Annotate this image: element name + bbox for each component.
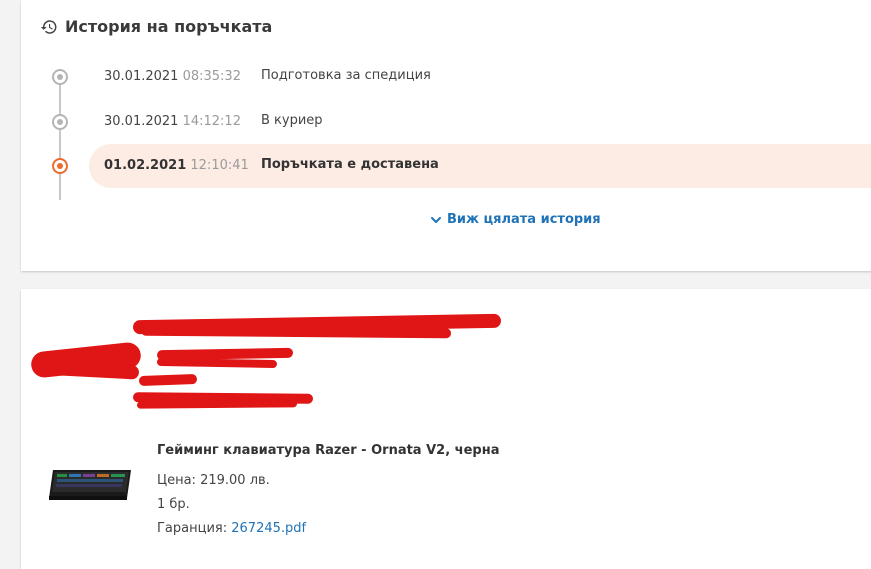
view-full-history-label: Виж цялата история [447, 212, 601, 227]
entry-status: Поръчката е доставена [261, 157, 439, 172]
warranty-label: Гаранция: [157, 521, 228, 536]
order-history-card: История на поръчката 30.01.2021 08:35:32… [21, 0, 871, 271]
warranty-file-link[interactable]: 267245.pdf [231, 521, 306, 536]
history-title: История на поръчката [65, 17, 273, 36]
entry-date: 30.01.2021 [104, 69, 179, 84]
product-quantity: 1 бр. [157, 497, 190, 512]
timeline-dot [52, 69, 68, 85]
product-warranty: Гаранция: 267245.pdf [157, 521, 306, 536]
timeline-date: 30.01.2021 08:35:32 [104, 69, 241, 84]
timeline-entry: 30.01.2021 08:35:32 Подготовка за спедиц… [21, 55, 871, 99]
product-title[interactable]: Гейминг клавиатура Razer - Ornata V2, че… [157, 443, 499, 458]
price-label: Цена: [157, 473, 196, 488]
entry-time: 08:35:32 [182, 69, 241, 84]
view-full-history-link[interactable]: Виж цялата история [430, 212, 601, 227]
timeline-dot-active [52, 158, 68, 174]
entry-time: 12:10:41 [190, 158, 249, 173]
product-image[interactable] [45, 464, 135, 504]
timeline-date: 30.01.2021 14:12:12 [104, 114, 241, 129]
timeline-dot [52, 114, 68, 130]
product-price: Цена: 219.00 лв. [157, 473, 270, 488]
history-header: История на поръчката [40, 17, 272, 36]
entry-time: 14:12:12 [182, 114, 241, 129]
timeline-entry-current: 01.02.2021 12:10:41 Поръчката е доставен… [21, 144, 871, 188]
history-icon [40, 19, 57, 34]
order-product-card: Гейминг клавиатура Razer - Ornata V2, че… [21, 289, 871, 569]
entry-status: В куриер [261, 113, 323, 128]
entry-date: 01.02.2021 [104, 158, 187, 173]
entry-date: 30.01.2021 [104, 114, 179, 129]
entry-status: Подготовка за спедиция [261, 68, 431, 83]
timeline-date: 01.02.2021 12:10:41 [104, 158, 249, 173]
chevron-down-icon [431, 216, 441, 223]
price-value: 219.00 лв. [200, 473, 270, 488]
timeline-entry: 30.01.2021 14:12:12 В куриер [21, 100, 871, 144]
